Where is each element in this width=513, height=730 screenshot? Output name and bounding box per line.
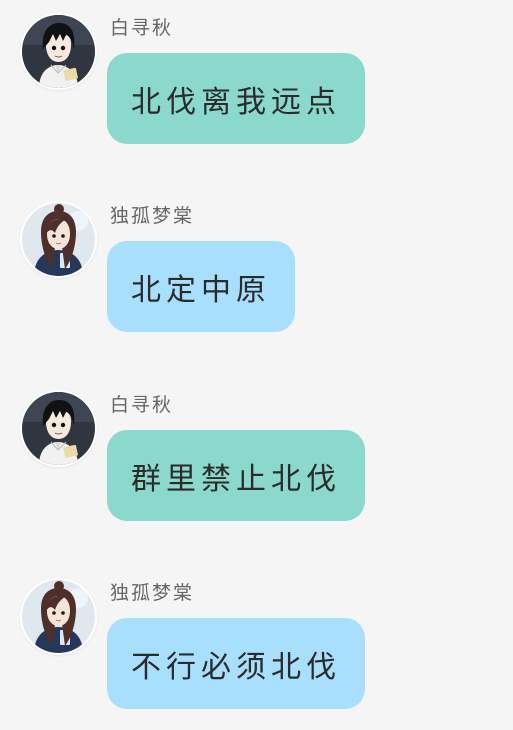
avatar[interactable] xyxy=(22,392,95,465)
sender-name: 独孤梦棠 xyxy=(110,582,195,604)
sender-name: 白寻秋 xyxy=(110,394,174,416)
message-bubble[interactable]: 北定中原 xyxy=(107,241,295,332)
avatar[interactable] xyxy=(22,15,95,88)
sender-name: 独孤梦棠 xyxy=(110,205,195,227)
chat-message: 独孤梦棠 北定中原 xyxy=(0,203,513,353)
chat-message: 独孤梦棠 不行必须北伐 xyxy=(0,580,513,730)
chat-thread: 白寻秋 北伐离我远点 独孤梦棠 北定中原 白寻秋 群里禁止北伐 独孤梦棠 不行必… xyxy=(0,0,513,729)
girl-avatar-icon xyxy=(22,580,95,653)
avatar[interactable] xyxy=(22,580,95,653)
message-bubble[interactable]: 北伐离我远点 xyxy=(107,53,365,144)
chat-message: 白寻秋 北伐离我远点 xyxy=(0,15,513,165)
chat-message: 白寻秋 群里禁止北伐 xyxy=(0,392,513,542)
girl-avatar-icon xyxy=(22,203,95,276)
sender-name: 白寻秋 xyxy=(110,17,174,39)
boy-avatar-icon xyxy=(22,15,95,88)
message-bubble[interactable]: 不行必须北伐 xyxy=(107,618,365,709)
avatar[interactable] xyxy=(22,203,95,276)
message-bubble[interactable]: 群里禁止北伐 xyxy=(107,430,365,521)
boy-avatar-icon xyxy=(22,392,95,465)
